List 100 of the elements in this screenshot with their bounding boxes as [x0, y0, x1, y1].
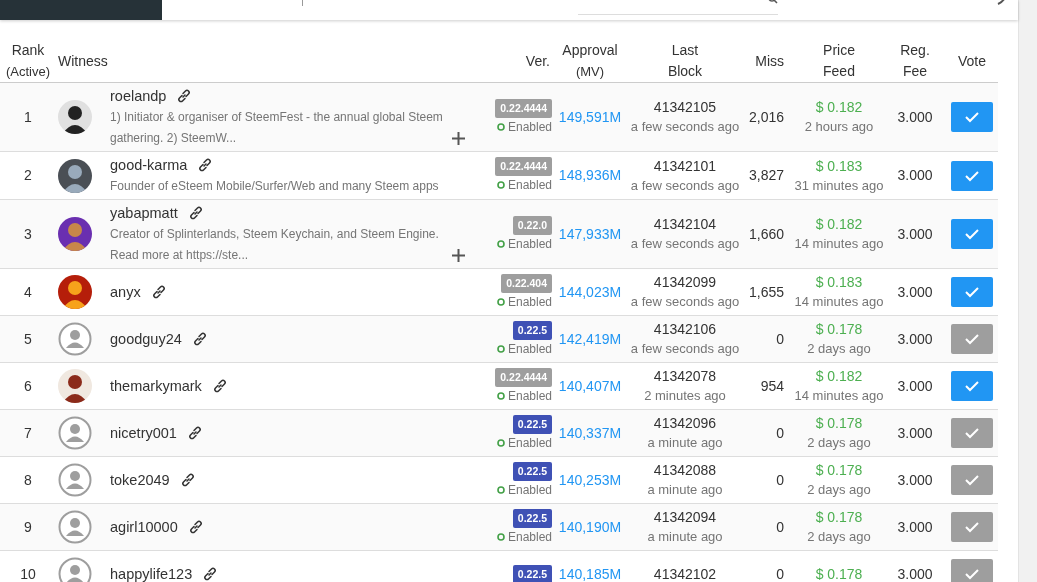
check-icon — [964, 169, 980, 182]
link-icon[interactable] — [179, 472, 196, 488]
link-icon[interactable] — [202, 566, 219, 582]
block-time: a few seconds ago — [629, 176, 741, 195]
witness-name[interactable]: anyx — [110, 281, 141, 303]
miss-count: 0 — [776, 518, 784, 535]
block-time: a minute ago — [646, 434, 724, 452]
status-text: Enabled — [507, 340, 552, 358]
status-text: Enabled — [507, 387, 552, 405]
rank-text: 3 — [24, 225, 32, 242]
miss-count: 0 — [776, 565, 784, 582]
rank-text: 6 — [24, 377, 32, 394]
column-header[interactable]: Miss — [742, 40, 794, 83]
block-number: 41342094 — [652, 508, 718, 527]
fee-value: 3.000 — [897, 225, 933, 242]
witness-description: 1) Initiator & organiser of SteemFest - the annual global Steem gathering. 2) SteemW... — [110, 109, 444, 147]
vote-button[interactable] — [951, 371, 993, 401]
block-time: a few seconds ago — [629, 235, 741, 253]
column-header[interactable]: Ver. — [486, 40, 552, 83]
fee-value: 3.000 — [897, 108, 933, 125]
column-header[interactable]: Vote — [946, 40, 998, 83]
block-number: 41342106 — [652, 320, 718, 339]
version-badge: 0.22.5 — [512, 320, 552, 340]
witness-name[interactable]: good-karma — [110, 154, 188, 176]
price-time: 2 days ago — [806, 340, 872, 358]
status-text: Enabled — [507, 481, 552, 499]
price-feed: $ 0.182 — [814, 98, 864, 117]
block-number: 41342078 — [652, 367, 718, 386]
witness-name[interactable]: goodguy24 — [110, 328, 182, 350]
check-icon — [964, 111, 980, 123]
status-icon — [496, 391, 505, 400]
status-icon — [496, 239, 505, 248]
vote-button[interactable] — [951, 160, 993, 191]
witness-name[interactable]: toke2049 — [110, 469, 170, 491]
block-number: 41342104 — [652, 215, 718, 234]
block-number: 41342102 — [652, 565, 718, 582]
status-text: Enabled — [507, 118, 552, 136]
block-time: a minute ago — [646, 481, 724, 499]
price-time: 14 minutes ago — [794, 387, 884, 405]
vote-button[interactable] — [951, 219, 993, 249]
price-feed: $ 0.183 — [814, 156, 864, 176]
link-icon[interactable] — [191, 331, 208, 347]
link-icon[interactable] — [176, 88, 193, 104]
status-icon — [496, 297, 505, 306]
price-feed: $ 0.182 — [814, 367, 864, 386]
link-icon[interactable] — [211, 378, 228, 394]
price-feed: $ 0.178 — [814, 508, 864, 527]
fee-value: 3.000 — [897, 565, 933, 582]
link-icon[interactable] — [187, 519, 204, 535]
column-header[interactable]: Witness — [56, 40, 486, 83]
price-time: 14 minutes ago — [794, 235, 884, 253]
status-icon — [496, 485, 505, 494]
vote-button[interactable] — [951, 277, 993, 307]
price-feed: $ 0.178 — [814, 320, 864, 339]
price-time: 2 days ago — [806, 481, 872, 499]
check-icon — [964, 474, 980, 486]
column-header[interactable]: Last Block — [628, 40, 742, 83]
column-header[interactable]: Rank (Active) — [0, 40, 56, 83]
link-icon[interactable] — [197, 157, 214, 173]
price-time: 31 minutes ago — [794, 176, 884, 195]
table-row[interactable]: 10 happylife123 0.22.5 140,185M 41342102 0 $ 0.178 3.000 — [0, 550, 998, 582]
fee-value: 3.000 — [897, 330, 933, 347]
column-header[interactable]: Price Feed — [794, 40, 884, 83]
rank-text: 2 — [24, 167, 32, 183]
miss-count: 2,016 — [748, 108, 784, 125]
price-time: 2 days ago — [806, 434, 872, 452]
status-text: Enabled — [507, 177, 552, 194]
version-badge: 0.22.5 — [512, 564, 552, 582]
version-badge: 0.22.4444 — [495, 98, 552, 118]
block-number: 41342088 — [652, 461, 718, 480]
price-time: 14 minutes ago — [794, 293, 884, 311]
witness-name[interactable]: nicetry001 — [110, 422, 177, 444]
fee-value: 3.000 — [897, 377, 933, 394]
column-header[interactable]: Approval (MV) — [552, 40, 628, 83]
link-icon[interactable] — [186, 425, 203, 441]
version-badge: 0.22.4444 — [495, 367, 552, 387]
miss-count: 0 — [776, 471, 784, 488]
fee-value: 3.000 — [897, 283, 933, 300]
vote-button[interactable] — [951, 102, 993, 132]
divider — [302, 0, 303, 6]
link-icon[interactable] — [187, 205, 204, 221]
fee-value: 3.000 — [897, 424, 933, 441]
witness-name[interactable]: roelandp — [110, 85, 167, 107]
fee-value: 3.000 — [897, 167, 933, 183]
link-icon[interactable] — [150, 284, 167, 300]
witness-name[interactable]: themarkymark — [110, 375, 202, 397]
expand-icon[interactable] — [452, 132, 465, 145]
expand-icon[interactable] — [452, 249, 465, 262]
check-icon — [964, 380, 980, 392]
witness-name[interactable]: happylife123 — [110, 563, 193, 582]
status-icon — [496, 532, 505, 541]
column-header[interactable]: Reg. Fee — [884, 40, 946, 83]
block-time: 2 minutes ago — [643, 387, 727, 405]
witness-description: Founder of eSteem Mobile/Surfer/Web and many Steem apps — [110, 178, 439, 195]
witness-name[interactable]: agirl10000 — [110, 516, 178, 538]
search-field[interactable] — [578, 0, 778, 15]
version-badge: 0.22.5 — [512, 414, 552, 434]
status-text: Enabled — [507, 434, 552, 452]
miss-count: 3,827 — [748, 167, 784, 183]
witness-name[interactable]: yabapmatt — [110, 202, 178, 224]
